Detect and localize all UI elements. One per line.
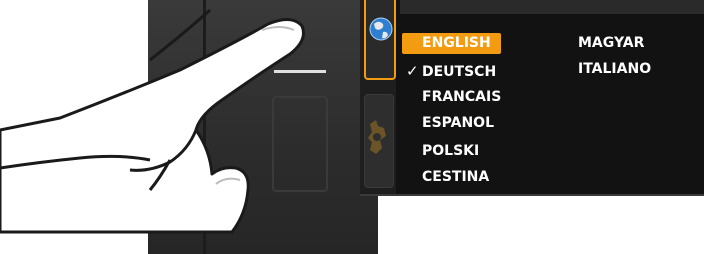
pointing-hand-illustration	[0, 8, 305, 234]
language-option-deutsch[interactable]: DEUTSCH	[422, 62, 496, 83]
language-option-cestina[interactable]: CESTINA	[422, 167, 489, 188]
screen-top-bar	[400, 0, 704, 14]
gear-icon	[368, 120, 386, 154]
language-option-english[interactable]: ENGLISH	[402, 33, 501, 54]
menu-screen	[360, 0, 704, 196]
language-option-magyar[interactable]: MAGYAR	[578, 33, 644, 54]
language-option-espanol[interactable]: ESPANOL	[422, 113, 494, 134]
camera-device: ENGLISH ✓ DEUTSCH FRANCAIS ESPANOL POLSK…	[0, 0, 704, 254]
language-option-francais[interactable]: FRANCAIS	[422, 87, 501, 108]
globe-icon	[369, 17, 393, 41]
language-option-italiano[interactable]: ITALIANO	[578, 59, 651, 80]
language-option-polski[interactable]: POLSKI	[422, 141, 479, 162]
check-mark-icon: ✓	[406, 62, 419, 80]
